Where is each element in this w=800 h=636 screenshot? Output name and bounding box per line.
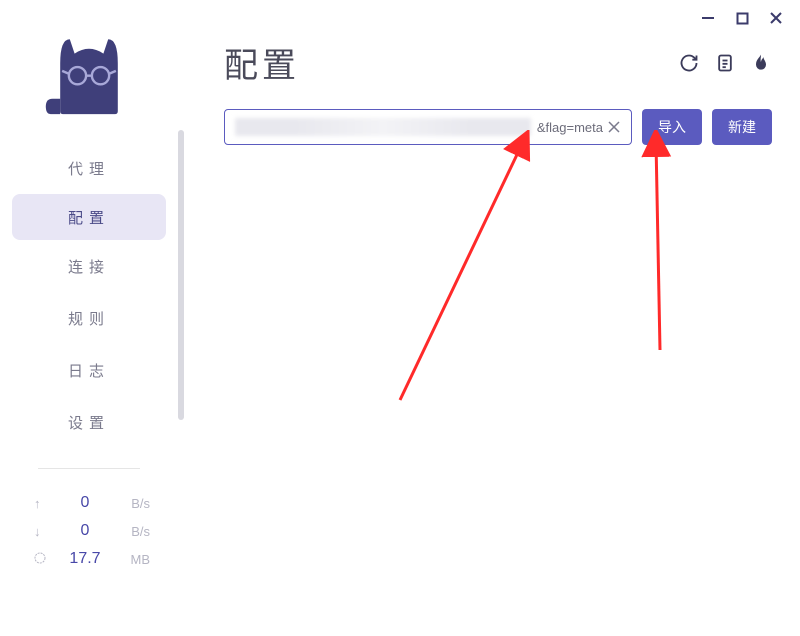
upload-unit: B/s bbox=[120, 496, 150, 511]
nav-label: 代理 bbox=[68, 158, 110, 179]
nav-item-settings[interactable]: 设置 bbox=[0, 396, 178, 448]
sidebar-scrollbar[interactable] bbox=[178, 130, 184, 420]
sidebar-divider bbox=[38, 468, 140, 469]
url-visible-suffix: &flag=meta bbox=[537, 120, 603, 135]
nav-item-connections[interactable]: 连接 bbox=[0, 240, 178, 292]
nav-label: 设置 bbox=[68, 412, 110, 433]
import-button[interactable]: 导入 bbox=[642, 109, 702, 145]
nav-item-logs[interactable]: 日志 bbox=[0, 344, 178, 396]
sidebar: 代理 配置 连接 规则 日志 设置 ↑ 0 B/s ↓ 0 B/s 17.7 M… bbox=[0, 0, 178, 636]
upload-value: 0 bbox=[50, 494, 120, 512]
refresh-button[interactable] bbox=[678, 52, 700, 74]
page-title: 配置 bbox=[224, 38, 678, 87]
nav-label: 配置 bbox=[68, 207, 110, 228]
fire-button[interactable] bbox=[750, 52, 772, 74]
total-value: 17.7 bbox=[50, 550, 120, 568]
annotation-arrow-2 bbox=[620, 130, 700, 360]
upload-stat: ↑ 0 B/s bbox=[0, 489, 178, 517]
url-blurred-content bbox=[235, 118, 531, 136]
import-label: 导入 bbox=[658, 117, 686, 137]
stats-panel: ↑ 0 B/s ↓ 0 B/s 17.7 MB bbox=[0, 489, 178, 573]
upload-icon: ↑ bbox=[34, 496, 50, 511]
nav-label: 日志 bbox=[68, 360, 110, 381]
data-icon bbox=[34, 552, 50, 567]
download-stat: ↓ 0 B/s bbox=[0, 517, 178, 545]
create-label: 新建 bbox=[728, 117, 756, 137]
download-icon: ↓ bbox=[34, 524, 50, 539]
main-panel: 配置 &flag=meta 导入 新建 bbox=[196, 0, 800, 145]
total-stat: 17.7 MB bbox=[0, 545, 178, 573]
total-unit: MB bbox=[120, 552, 150, 567]
clear-input-button[interactable] bbox=[603, 116, 625, 138]
profile-url-input[interactable]: &flag=meta bbox=[224, 109, 632, 145]
nav-label: 规则 bbox=[68, 308, 110, 329]
download-unit: B/s bbox=[120, 524, 150, 539]
annotation-arrow-1 bbox=[380, 130, 560, 410]
nav-item-proxy[interactable]: 代理 bbox=[0, 142, 178, 194]
download-value: 0 bbox=[50, 522, 120, 540]
app-logo bbox=[29, 18, 149, 118]
nav-label: 连接 bbox=[68, 256, 110, 277]
nav-item-rules[interactable]: 规则 bbox=[0, 292, 178, 344]
nav-item-profiles[interactable]: 配置 bbox=[12, 194, 166, 240]
file-button[interactable] bbox=[714, 52, 736, 74]
create-button[interactable]: 新建 bbox=[712, 109, 772, 145]
nav-list: 代理 配置 连接 规则 日志 设置 bbox=[0, 142, 178, 448]
